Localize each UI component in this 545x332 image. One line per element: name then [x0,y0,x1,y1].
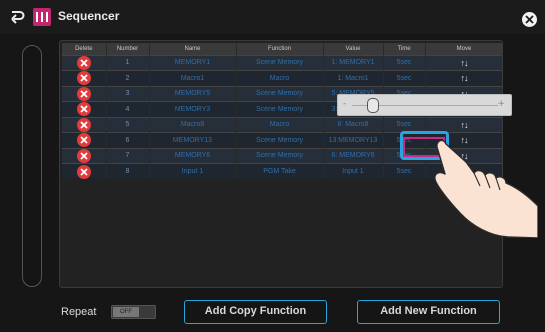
row-number: 6 [106,132,150,148]
delete-button[interactable] [62,101,107,117]
slider-plus-label: + [497,99,505,109]
row-function[interactable]: Macro [236,70,324,86]
row-function[interactable]: Scene Memory [236,147,324,164]
row-number: 7 [106,147,150,164]
column-header-time: Time [383,43,426,55]
delete-button[interactable] [62,163,107,179]
move-button[interactable]: ↑↓ [425,54,502,71]
row-name[interactable]: MEMORY6 [149,147,237,164]
row-value[interactable]: 6: MEMORY6 [323,147,384,164]
back-arrow-icon[interactable] [9,9,25,25]
repeat-toggle-state: OFF [113,307,139,317]
row-function[interactable]: Scene Memory [236,85,324,102]
row-name[interactable]: MEMORY1 [149,54,237,71]
delete-icon [76,164,91,179]
row-name[interactable]: Input 1 [149,163,237,179]
repeat-toggle[interactable]: OFF [111,305,156,319]
row-number: 4 [106,101,150,117]
delete-icon [76,71,91,86]
row-name[interactable]: MEMORY13 [149,132,237,148]
pointing-hand-icon [434,139,538,238]
delete-button[interactable] [62,116,107,133]
column-header-number: Number [106,43,150,55]
time-slider-popup: - + [337,94,512,116]
delete-button[interactable] [62,54,107,71]
delete-icon [76,117,91,132]
delete-button[interactable] [62,132,107,148]
row-function[interactable]: Scene Memory [236,132,324,148]
row-function[interactable]: Scene Memory [236,101,324,117]
close-button[interactable] [522,12,537,27]
row-time[interactable]: 5sec [383,54,426,71]
row-name[interactable]: Macro8 [149,116,237,133]
column-header-move: Move [425,43,502,55]
add-copy-function-button[interactable]: Add Copy Function [184,300,327,324]
delete-icon [76,133,91,148]
delete-button[interactable] [62,70,107,86]
delete-icon [76,55,91,70]
row-name[interactable]: MEMORY5 [149,85,237,102]
row-value[interactable]: 1: MEMORY1 [323,54,384,71]
column-header-function: Function [236,43,324,55]
app-title: Sequencer [58,9,120,23]
row-number: 3 [106,85,150,102]
add-new-function-button[interactable]: Add New Function [357,300,500,324]
delete-icon [76,86,91,101]
column-header-value: Value [323,43,384,55]
repeat-label: Repeat [61,306,97,318]
row-value[interactable]: 8: Macro8 [323,116,384,133]
row-function[interactable]: PGM Take [236,163,324,179]
move-button[interactable]: ↑↓ [425,70,502,86]
column-header-name: Name [149,43,237,55]
delete-button[interactable] [62,85,107,102]
list-scrollbar[interactable] [22,45,42,287]
sequencer-app-icon [33,8,51,26]
row-number: 8 [106,163,150,179]
table-header: Delete Number Name Function Value Time M… [62,43,502,55]
row-number: 1 [106,54,150,71]
delete-button[interactable] [62,147,107,164]
row-value[interactable]: 1: Macro1 [323,70,384,86]
column-header-delete: Delete [62,43,107,55]
row-number: 2 [106,70,150,86]
table-row[interactable]: 2 Macro1 Macro 1: Macro1 5sec ↑↓ [62,70,502,86]
row-value[interactable]: Input 1 [323,163,384,179]
close-icon [525,15,534,24]
time-slider-knob[interactable] [366,98,379,113]
title-bar: Sequencer [0,0,545,34]
row-name[interactable]: Macro1 [149,70,237,86]
row-function[interactable]: Scene Memory [236,54,324,71]
row-name[interactable]: MEMORY3 [149,101,237,117]
row-time[interactable]: 5sec [383,70,426,86]
row-function[interactable]: Macro [236,116,324,133]
row-time[interactable]: 5sec [383,163,426,179]
delete-icon [76,148,91,163]
table-row[interactable]: 1 MEMORY1 Scene Memory 1: MEMORY1 5sec ↑↓ [62,54,502,71]
sequencer-screen: Sequencer Delete Number Name Function Va… [0,0,545,332]
delete-icon [76,102,91,117]
row-value[interactable]: 13:MEMORY13 [323,132,384,148]
row-number: 5 [106,116,150,133]
slider-minus-label: - [343,99,347,109]
